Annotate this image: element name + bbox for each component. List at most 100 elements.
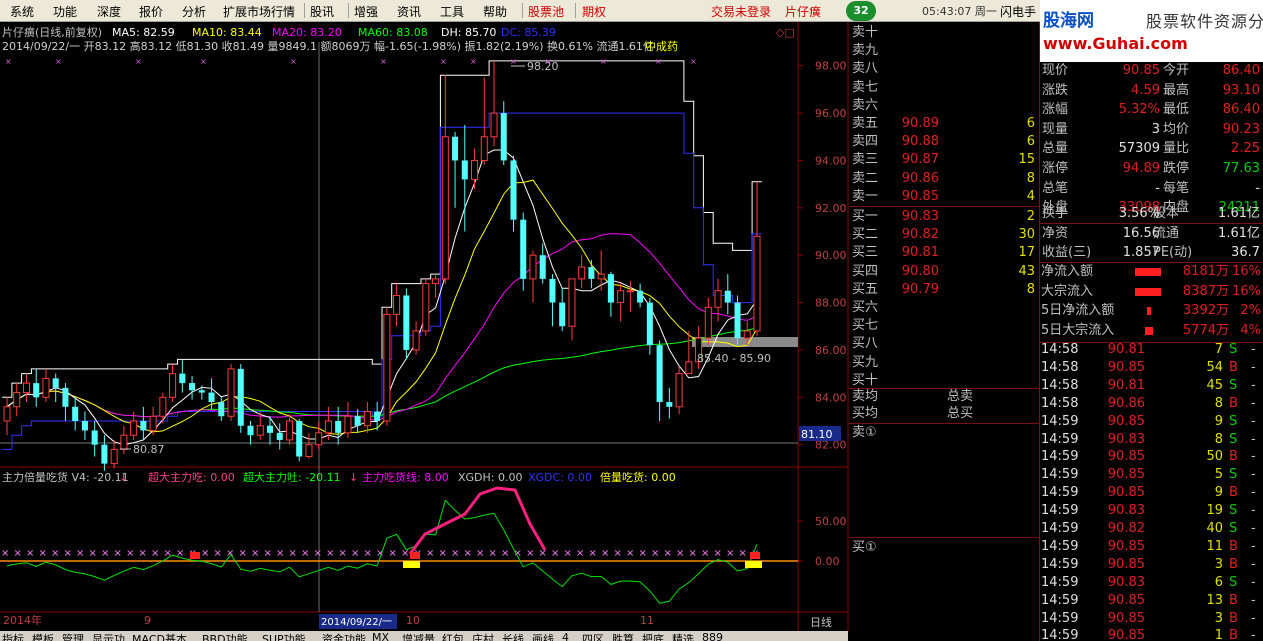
signal-cross: × xyxy=(351,548,359,559)
stat-label: 量比 xyxy=(1163,141,1190,157)
stat-value: 4.59 xyxy=(1131,82,1160,98)
indicator-tick-label: 0.00 xyxy=(815,555,840,568)
app-window: 系统 功能 深度 报价 分析 扩展市场行情 股讯 增强 资讯 工具 帮助 股票池… xyxy=(0,0,1263,641)
menu-options[interactable]: 期权 xyxy=(582,3,606,20)
indicator-tab[interactable]: 红包 xyxy=(442,631,464,641)
indicator-tab[interactable]: SUP功能 xyxy=(262,631,306,641)
candle-body xyxy=(626,290,634,293)
orderbook-level-label: 买四 xyxy=(852,263,879,279)
indicator-tab[interactable]: 889 xyxy=(702,631,723,641)
signal-cross: × xyxy=(576,548,584,559)
orderbook-price: 90.80 xyxy=(901,263,939,279)
candle-body xyxy=(159,396,167,417)
double-volume-marker xyxy=(403,561,420,568)
candle-body xyxy=(227,368,235,417)
tick-side: S xyxy=(1229,377,1238,393)
stat-label: 今开 xyxy=(1163,63,1190,78)
indicator-tab[interactable]: 管理 xyxy=(62,631,84,641)
indicator-tab[interactable]: 增减量 xyxy=(402,631,435,641)
candle-body xyxy=(33,383,40,398)
indicator-tab[interactable]: 把底 xyxy=(642,631,664,641)
tick-price: 90.85 xyxy=(1107,592,1145,608)
total-sell-label: 总卖 xyxy=(947,389,974,404)
stat-label: 换手 xyxy=(1042,206,1069,221)
tick-price: 90.85 xyxy=(1107,556,1145,572)
arrow-down-icon: ↓ xyxy=(119,471,128,484)
indicator-tab[interactable]: BBD功能 xyxy=(202,631,248,641)
indicator-tab[interactable]: 长线 xyxy=(502,631,524,641)
flash-trade-button[interactable]: 闪电手 xyxy=(1000,3,1036,20)
indicator-tab[interactable]: 模板 xyxy=(32,631,54,641)
candle-body xyxy=(81,420,88,431)
candle-body xyxy=(198,390,205,393)
candle xyxy=(247,420,254,445)
stat-value: - xyxy=(1255,180,1260,196)
menu-info[interactable]: 资讯 xyxy=(397,3,421,20)
flow-pct: 16% xyxy=(1232,264,1261,279)
candle-body xyxy=(363,411,371,427)
menu-stock-news[interactable]: 股讯 xyxy=(310,3,334,20)
ma20-label: MA20: 83.20 xyxy=(272,26,342,39)
indicator-tab[interactable]: 胜算 xyxy=(612,631,634,641)
trade-login-status[interactable]: 交易未登录 xyxy=(711,3,771,20)
indicator-tab[interactable]: MX xyxy=(372,631,389,641)
stat-value: 90.85 xyxy=(1122,63,1160,78)
orderbook-price: 90.82 xyxy=(901,227,939,243)
indicator-name: 主力倍量吃货 V4: -20.11 xyxy=(2,470,129,484)
candle xyxy=(588,259,595,289)
candle-body xyxy=(422,283,430,332)
ma10-label: MA10: 83.44 xyxy=(192,26,262,39)
menu-separator xyxy=(304,3,305,18)
indicator-tab[interactable]: 精选 xyxy=(672,631,694,641)
orderbook-volume: 8 xyxy=(1026,281,1035,297)
stat-value: 5.32% xyxy=(1118,102,1160,118)
candle-body xyxy=(549,278,556,303)
indicator-tab[interactable]: 显示功 xyxy=(92,631,125,641)
notification-badge[interactable]: 32 xyxy=(846,1,876,21)
window-buttons[interactable]: ◇□ xyxy=(776,26,795,39)
menu-function[interactable]: 功能 xyxy=(53,3,77,20)
period-label[interactable]: 日线 xyxy=(810,615,832,629)
stat-value: 93.10 xyxy=(1222,82,1260,98)
menu-tools[interactable]: 工具 xyxy=(440,3,464,20)
orderbook-price: 90.83 xyxy=(901,209,939,224)
indicator-tab[interactable]: 庄村 xyxy=(472,631,494,641)
signal-cross: × xyxy=(726,548,734,559)
sector-label: 中成药 xyxy=(645,40,678,53)
orderbook-price: 90.85 xyxy=(901,188,939,204)
candle xyxy=(393,283,401,327)
marker-cross: × xyxy=(380,57,387,66)
menu-enhance[interactable]: 增强 xyxy=(354,3,378,20)
menu-analysis[interactable]: 分析 xyxy=(182,3,206,20)
candle-body xyxy=(500,113,507,161)
indicator-tab[interactable]: 资金功能 xyxy=(322,631,366,641)
stat-value: 90.23 xyxy=(1222,121,1260,137)
flow-value: 8387万 xyxy=(1182,283,1229,299)
kline-chart[interactable]: ◇□ 片仔癀(日线,前复权) MA5: 82.59 MA10: 83.44 MA20:… xyxy=(0,22,849,631)
menu-extended-market[interactable]: 扩展市场行情 xyxy=(223,3,295,20)
indicator-tab[interactable]: 四区 xyxy=(582,631,604,641)
xgdh-label: XGDH: 0.00 xyxy=(458,471,523,484)
stat-value: 94.89 xyxy=(1122,161,1160,176)
tick-volume: 54 xyxy=(1206,359,1223,375)
menu-help[interactable]: 帮助 xyxy=(483,3,507,20)
tick-volume: 40 xyxy=(1206,521,1223,536)
menu-quote[interactable]: 报价 xyxy=(139,3,163,20)
price-tick-label: 88.00 xyxy=(815,297,847,310)
orderbook-level-label: 卖二 xyxy=(852,170,879,186)
menu-depth[interactable]: 深度 xyxy=(97,3,121,20)
candle-body xyxy=(471,159,479,180)
indicator-tab[interactable]: MACD基本 xyxy=(132,631,187,641)
signal-marker xyxy=(190,552,200,559)
tick-dash: - xyxy=(1251,521,1256,536)
dh-label: DH: 85.70 xyxy=(441,26,496,39)
menu-stock-pool[interactable]: 股票池 xyxy=(528,3,564,20)
menu-system[interactable]: 系统 xyxy=(10,3,34,20)
tick-dash: - xyxy=(1251,431,1256,447)
tick-price: 90.83 xyxy=(1107,431,1145,447)
indicator-tab[interactable]: 指标 xyxy=(2,631,24,641)
indicator-tab[interactable]: 画线 xyxy=(532,631,554,641)
indicator-tab[interactable]: 4 xyxy=(562,631,569,641)
candle-body xyxy=(140,420,147,431)
flow-value: 3392万 xyxy=(1182,303,1229,319)
